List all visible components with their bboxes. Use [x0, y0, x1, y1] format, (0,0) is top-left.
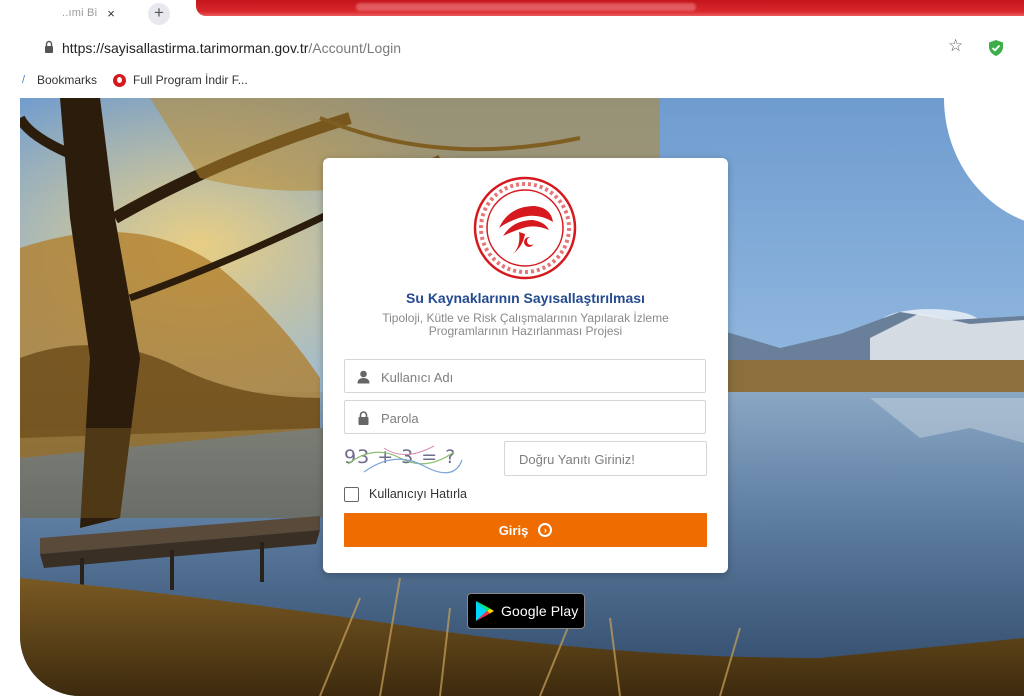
close-icon[interactable]: × — [107, 6, 115, 21]
google-play-icon — [476, 601, 494, 621]
user-icon — [357, 370, 370, 384]
remember-me-checkbox[interactable] — [344, 486, 359, 502]
bookmark-favicon-icon — [113, 74, 126, 87]
browser-tab[interactable]: ..ımi Bi × — [40, 0, 140, 26]
url-path: /Account/Login — [308, 40, 401, 56]
remember-me[interactable]: Kullanıcıyı Hatırla — [344, 485, 467, 503]
new-tab-button[interactable]: + — [148, 3, 170, 25]
google-play-badge[interactable]: Google Play — [467, 593, 585, 629]
arrow-right-icon: › — [538, 523, 553, 537]
username-field[interactable] — [344, 359, 706, 394]
browser-tab-strip: ..ımi Bi × + — [0, 0, 1024, 30]
bookmarks-bar: / Bookmarks Full Program İndir F... — [0, 68, 1024, 94]
bookmark-item[interactable]: Full Program İndir F... — [133, 73, 248, 87]
url-text[interactable]: https://sayisallastirma.tarimorman.gov.t… — [62, 40, 401, 56]
star-icon[interactable]: ☆ — [948, 36, 963, 56]
page-title: Su Kaynaklarının Sayısallaştırılması — [406, 290, 645, 306]
lock-icon — [45, 40, 53, 53]
ministry-seal-logo — [473, 176, 577, 280]
password-field[interactable] — [344, 400, 706, 435]
page-subtitle: Tipoloji, Kütle ve Risk Çalışmalarının Y… — [382, 311, 669, 338]
bookmarks-label[interactable]: Bookmarks — [37, 73, 97, 87]
password-input[interactable] — [379, 401, 703, 435]
login-button[interactable]: Giriş › — [344, 513, 707, 547]
google-play-label: Google Play — [501, 603, 579, 619]
tab-title: ..ımi Bi — [62, 7, 98, 19]
lock-icon — [358, 411, 369, 425]
bookmark-folder-icon: / — [22, 74, 26, 86]
login-card: Su Kaynaklarının Sayısallaştırılması Tip… — [323, 158, 728, 573]
shield-icon[interactable] — [988, 39, 1004, 57]
login-button-label: Giriş — [498, 522, 529, 538]
captcha-noise — [347, 445, 463, 474]
remember-me-label[interactable]: Kullanıcıyı Hatırla — [369, 487, 467, 501]
captcha-answer-field[interactable] — [504, 441, 707, 476]
url-host: https://sayisallastirma.tarimorman.gov.t… — [62, 40, 309, 56]
username-input[interactable] — [379, 360, 703, 394]
blurred-tab-background — [196, 0, 1024, 16]
address-bar[interactable]: https://sayisallastirma.tarimorman.gov.t… — [0, 34, 1024, 62]
captcha-image: 93 + 3 = ? — [344, 442, 464, 478]
captcha-answer-input[interactable] — [517, 442, 706, 476]
